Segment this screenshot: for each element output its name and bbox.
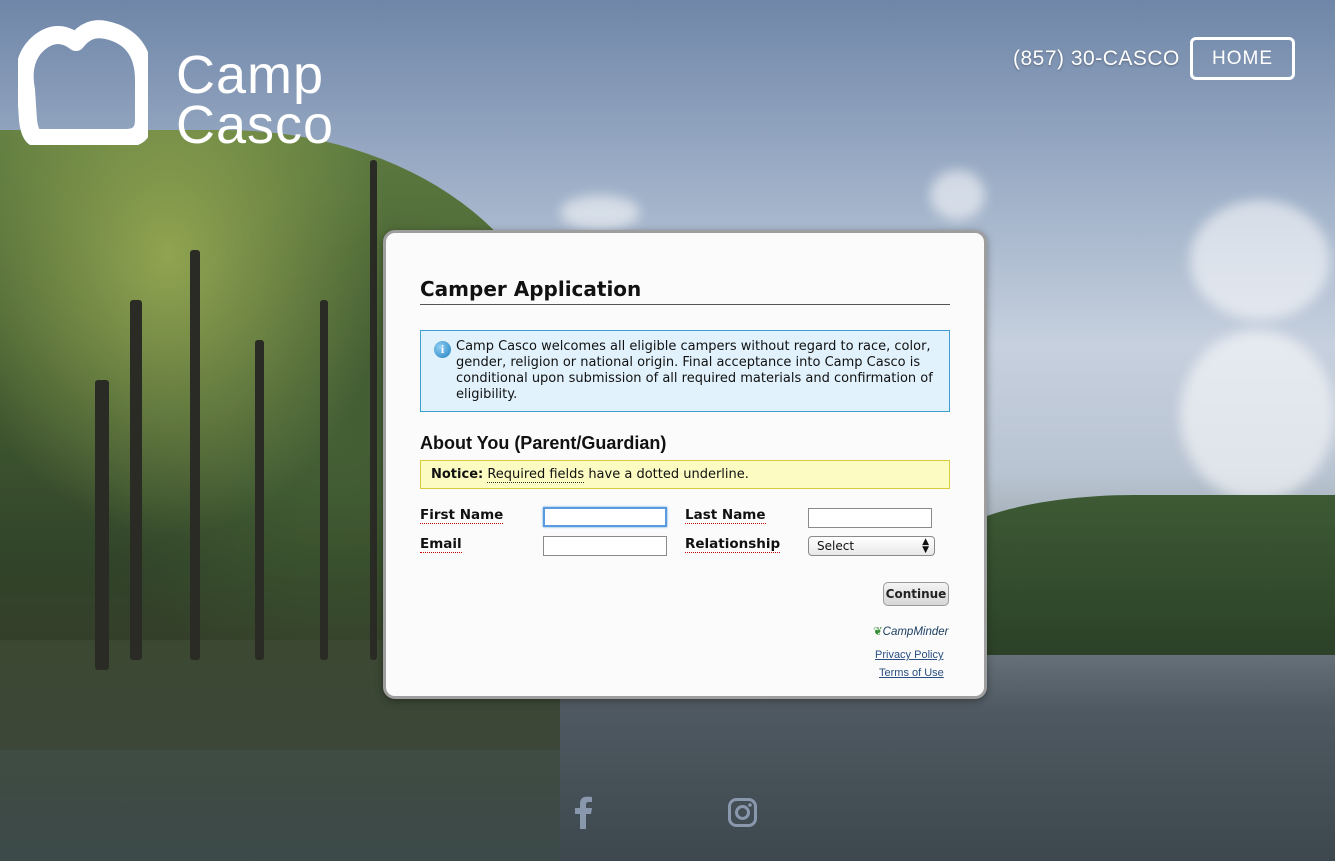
info-box: i Camp Casco welcomes all eligible campe… [420, 330, 950, 412]
notice-box: Notice: Required fields have a dotted un… [420, 460, 950, 489]
heart-logo-icon [18, 20, 148, 145]
info-text: Camp Casco welcomes all eligible campers… [456, 339, 933, 402]
relationship-select-value: Select [817, 539, 855, 553]
home-button[interactable]: HOME [1190, 37, 1295, 80]
first-name-label: First Name [420, 507, 504, 524]
logo-line-casco: Casco [176, 95, 335, 155]
continue-button[interactable]: Continue [883, 582, 949, 606]
privacy-policy-link[interactable]: Privacy Policy [875, 649, 943, 661]
form-title: Camper Application [420, 277, 950, 305]
terms-of-use-link[interactable]: Terms of Use [879, 667, 944, 679]
relationship-label: Relationship [685, 536, 781, 553]
logo-line-camp: Camp [176, 45, 325, 105]
section-title: About You (Parent/Guardian) [420, 433, 667, 453]
relationship-select[interactable]: Select ▲ ▼ [808, 536, 935, 556]
first-name-input[interactable] [543, 507, 667, 527]
info-icon: i [434, 341, 451, 358]
facebook-icon[interactable] [568, 796, 600, 830]
phone-number-link[interactable]: (857) 30-CASCO [1013, 47, 1180, 71]
campminder-label: CampMinder [882, 626, 949, 638]
campminder-logo[interactable]: ❦CampMinder [873, 624, 948, 638]
last-name-input[interactable] [808, 508, 932, 528]
instagram-icon[interactable] [727, 796, 759, 830]
application-form: Camper Application i Camp Casco welcomes… [420, 277, 950, 567]
email-input[interactable] [543, 536, 667, 556]
application-card: Camper Application i Camp Casco welcomes… [383, 230, 987, 699]
campminder-leaf-icon: ❦ [873, 626, 883, 638]
notice-label: Notice: [431, 467, 484, 482]
camp-casco-logo[interactable]: Camp Casco [18, 20, 348, 152]
notice-text: have a dotted underline. [588, 467, 749, 482]
email-label: Email [420, 536, 462, 553]
parent-fields: First Name Last Name Email Relationship … [420, 507, 950, 567]
logo-wordmark: Camp Casco [176, 45, 335, 155]
last-name-label: Last Name [685, 507, 766, 524]
required-fields-link[interactable]: Required fields [487, 467, 585, 483]
select-arrows-icon: ▲ ▼ [922, 537, 929, 555]
